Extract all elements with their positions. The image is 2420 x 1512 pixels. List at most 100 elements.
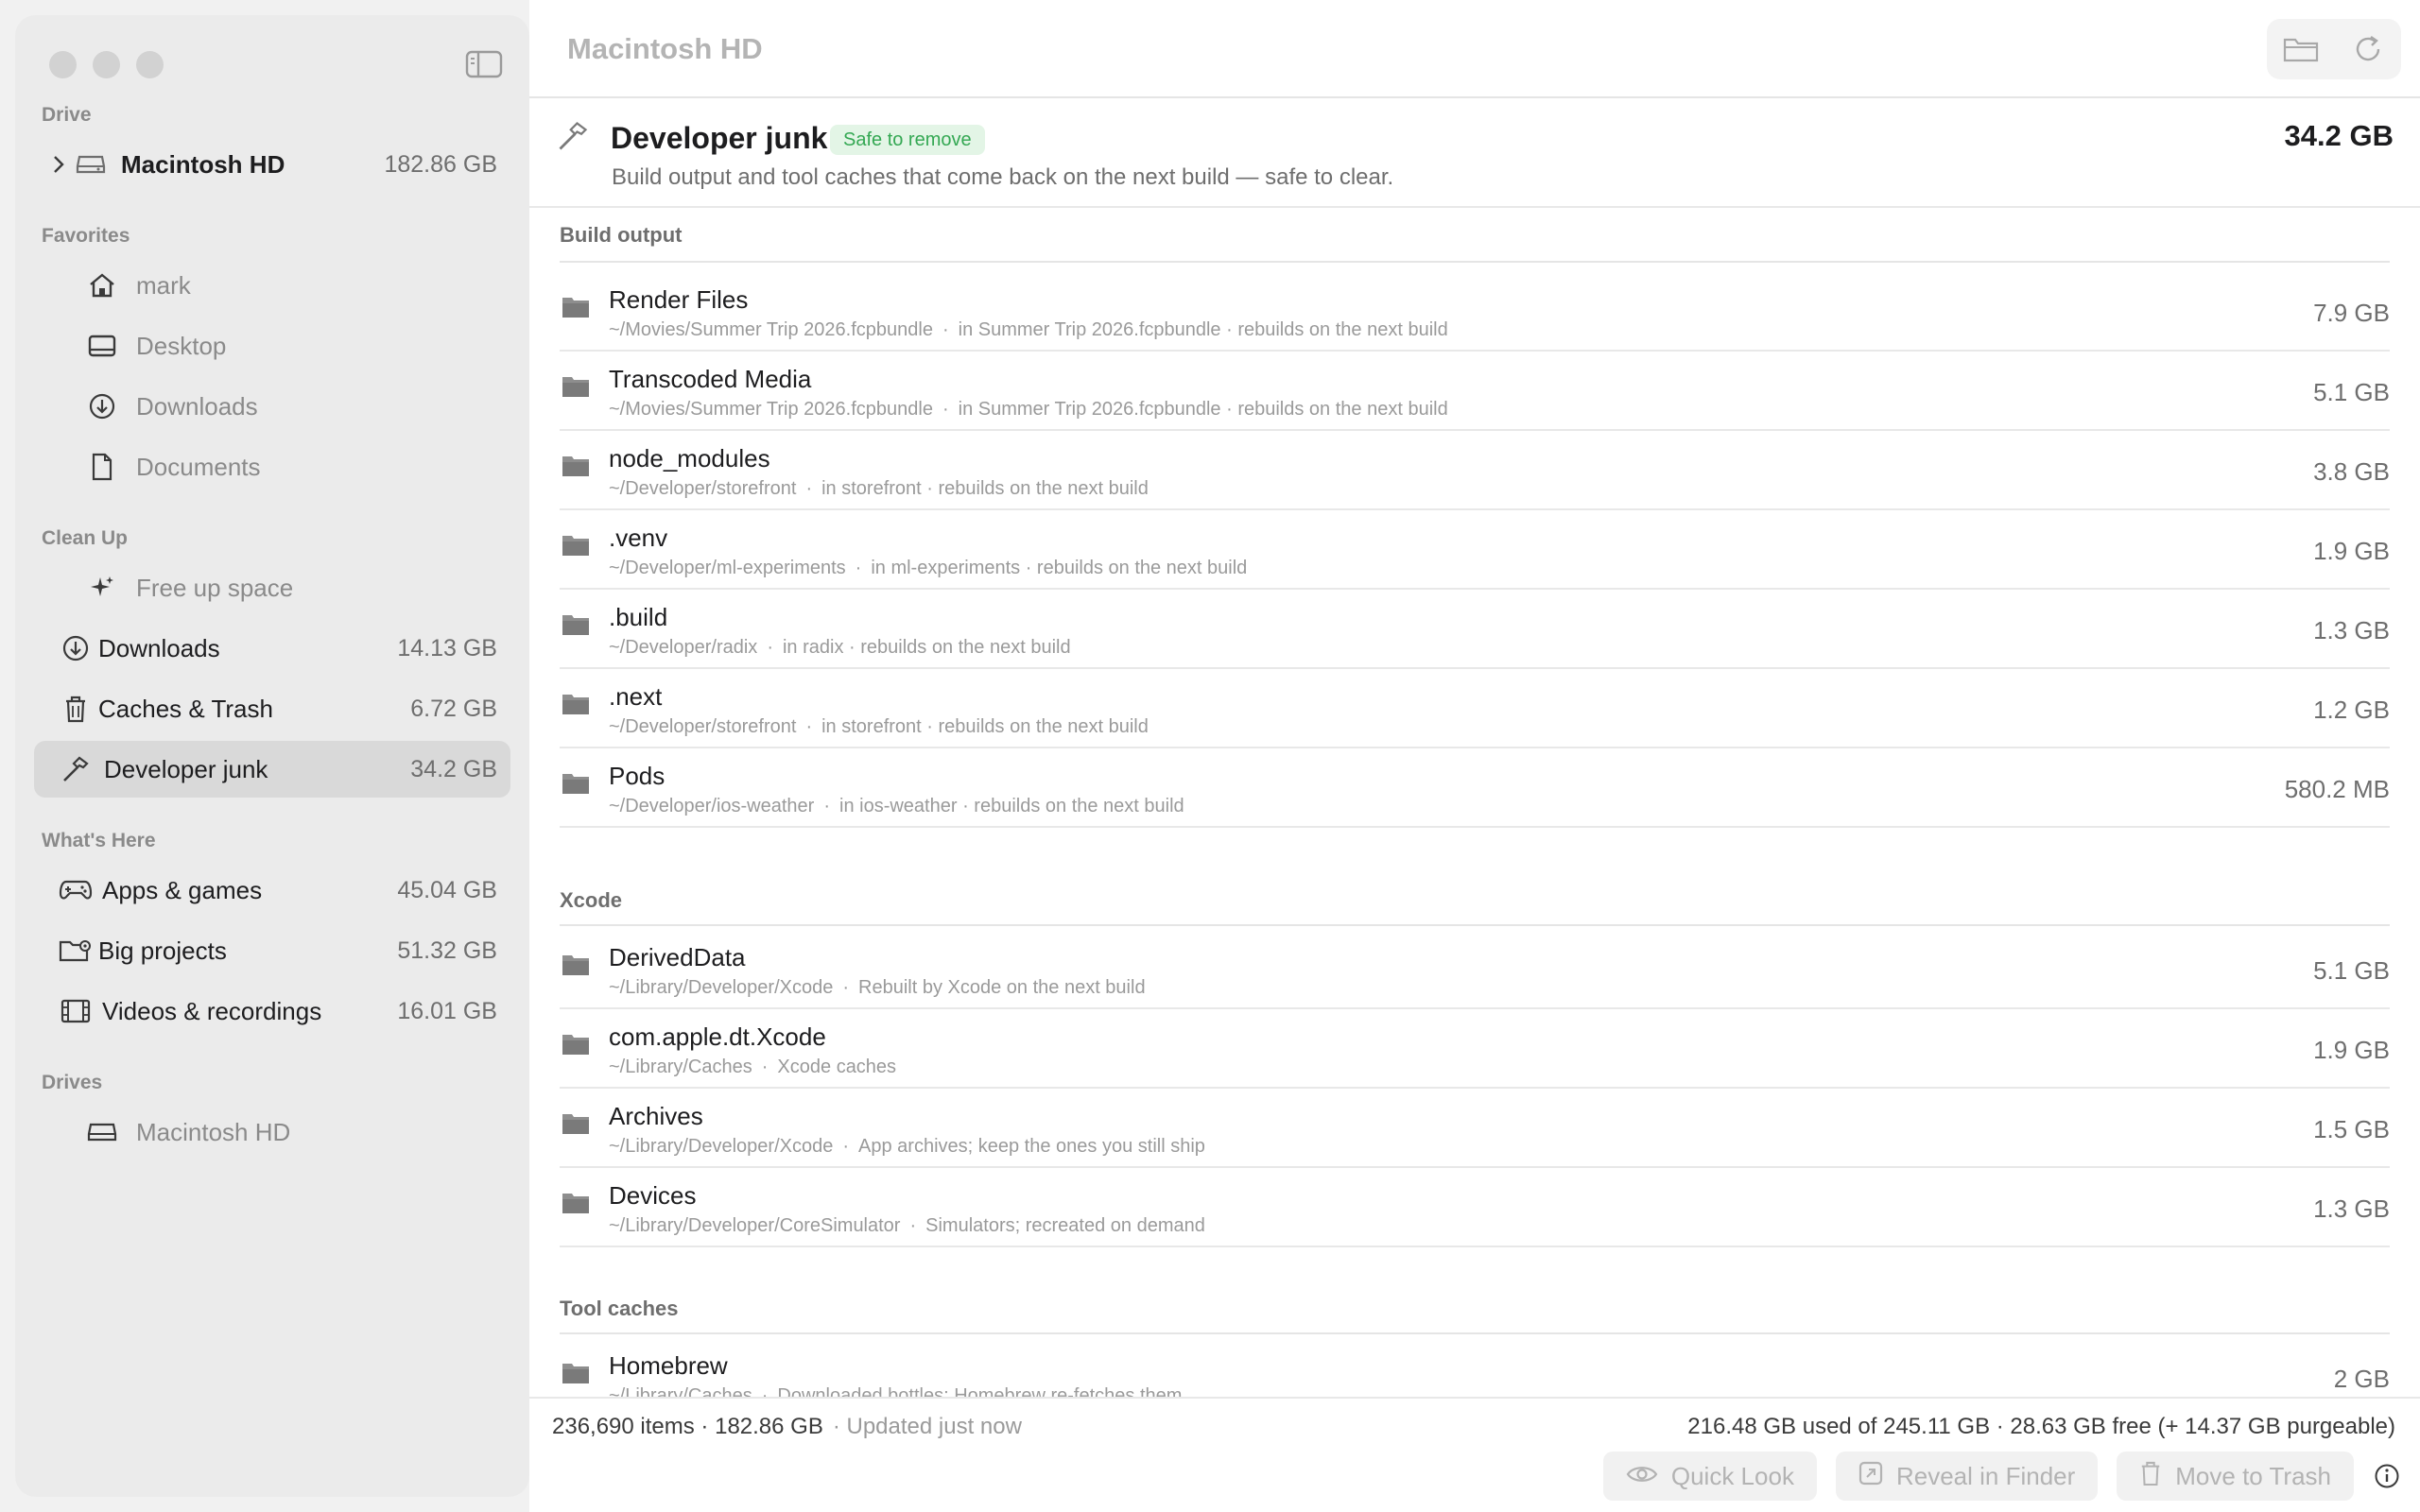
sidebar-item-downloads[interactable]: Downloads 14.13 GB [34, 620, 510, 677]
status-summary: 236,690 items · 182.86 GB · Updated just … [552, 1414, 1022, 1440]
sidebar-item-developer-junk[interactable]: Developer junk 34.2 GB [34, 741, 510, 798]
sidebar-item-desktop[interactable]: Desktop [34, 318, 510, 374]
chevron-right-icon[interactable] [49, 155, 68, 174]
sidebar-item-size: 34.2 GB [410, 755, 497, 782]
list-item[interactable]: .build ~/Developer/radix · in radix · rebui… [560, 590, 2390, 669]
sidebar-item-caches-trash[interactable]: Caches & Trash 6.72 GB [34, 680, 510, 737]
item-list[interactable]: Build output Render Files ~/Movies/Summer… [529, 208, 2420, 1397]
minimize-window-button[interactable] [93, 51, 120, 78]
path-separator: · [761, 1057, 769, 1077]
path-separator: · [805, 478, 813, 499]
item-name: com.apple.dt.Xcode [609, 1022, 826, 1051]
folder-icon [562, 1361, 590, 1389]
folder-icon[interactable] [2278, 26, 2324, 72]
item-path: ~/Library/Developer/CoreSimulator · Simula… [609, 1215, 1205, 1237]
sidebar-item-mark[interactable]: mark [34, 257, 510, 314]
item-path: ~/Movies/Summer Trip 2026.fcpbundle · in S… [609, 319, 1448, 341]
sidebar-item-label: Apps & games [102, 875, 263, 904]
item-name: .venv [609, 524, 668, 552]
folder-icon [562, 771, 590, 799]
list-item[interactable]: Homebrew ~/Library/Caches · Downloaded bott… [560, 1338, 2390, 1397]
list-item[interactable]: Archives ~/Library/Developer/Xcode · App ar… [560, 1089, 2390, 1168]
list-item[interactable]: DerivedData ~/Library/Developer/Xcode · Reb… [560, 930, 2390, 1009]
item-name: Transcoded Media [609, 365, 812, 393]
item-path: ~/Developer/radix · in radix · rebuilds on… [609, 637, 1071, 659]
item-path: ~/Library/Caches · Downloaded bottles; Hom… [609, 1385, 1182, 1397]
item-size: 1.3 GB [2313, 1194, 2390, 1223]
item-note: App archives; keep the ones you still sh… [858, 1136, 1205, 1157]
sidebar-item-size: 45.04 GB [397, 876, 497, 903]
item-size: 1.5 GB [2313, 1115, 2390, 1143]
item-note: in storefront · rebuilds on the next bui… [821, 716, 1149, 737]
group-label-build-output: Build output [560, 223, 683, 247]
list-item[interactable]: Devices ~/Library/Developer/CoreSimulator… [560, 1168, 2390, 1247]
list-item[interactable]: Render Files ~/Movies/Summer Trip 2026.fc… [560, 272, 2390, 352]
arrow-up-right-square-icon [1858, 1461, 1883, 1492]
section-clean-up: Clean Up [42, 527, 129, 549]
reveal-in-finder-button[interactable]: Reveal in Finder [1835, 1452, 2099, 1501]
item-note: in radix · rebuilds on the next build [782, 637, 1071, 658]
sidebar-item-apps-games[interactable]: Apps & games 45.04 GB [34, 862, 510, 919]
item-size: 2 GB [2333, 1365, 2390, 1393]
section-drive: Drive [42, 104, 92, 126]
item-note: Downloaded bottles; Homebrew re-fetches … [777, 1385, 1183, 1397]
sidebar-item-big-projects[interactable]: Big projects 51.32 GB [34, 922, 510, 979]
item-location: ~/Developer/radix [609, 637, 758, 658]
sidebar-item-drive-macintosh-hd[interactable]: Macintosh HD [34, 1104, 510, 1160]
sidebar-toggle-icon[interactable] [465, 49, 503, 79]
list-item[interactable]: Transcoded Media ~/Movies/Summer Trip 202… [560, 352, 2390, 431]
item-size: 3.8 GB [2313, 457, 2390, 486]
item-path: ~/Library/Developer/Xcode · Rebuilt by Xco… [609, 977, 1146, 999]
close-window-button[interactable] [49, 51, 77, 78]
quick-look-button[interactable]: Quick Look [1602, 1452, 1817, 1501]
sidebar-item-free-up-space[interactable]: Free up space [34, 559, 510, 616]
path-separator: · [942, 319, 949, 340]
list-item[interactable]: .next ~/Developer/storefront · in storefron… [560, 669, 2390, 748]
sidebar-item-size: 6.72 GB [410, 695, 497, 722]
sidebar-item-size: 16.01 GB [397, 997, 497, 1024]
item-count: 236,690 items · 182.86 GB [552, 1414, 823, 1439]
sidebar-item-label: mark [136, 270, 191, 300]
status-bar: 236,690 items · 182.86 GB · Updated just … [529, 1397, 2420, 1512]
folder-icon [562, 295, 590, 323]
house-icon [83, 266, 121, 304]
info-icon[interactable] [2373, 1462, 2401, 1490]
folder-gear-icon [57, 932, 95, 970]
section-drives: Drives [42, 1072, 103, 1093]
item-size: 580.2 MB [2284, 775, 2390, 803]
sidebar-item-label: Videos & recordings [102, 996, 322, 1025]
group-label-tool-caches: Tool caches [560, 1297, 679, 1320]
refresh-icon[interactable] [2345, 26, 2391, 72]
item-size: 5.1 GB [2313, 956, 2390, 985]
list-item[interactable]: com.apple.dt.Xcode ~/Library/Caches · Xcode… [560, 1009, 2390, 1089]
toolbar-button-group [2267, 19, 2401, 79]
sidebar-item-videos-recordings[interactable]: Videos & recordings 16.01 GB [34, 983, 510, 1040]
item-path: ~/Developer/ml-experiments · in ml-experim… [609, 558, 1247, 579]
item-note: in ml-experiments · rebuilds on the next… [871, 558, 1248, 578]
sidebar-item-macintosh-hd[interactable]: Macintosh HD 182.86 GB [34, 136, 510, 193]
zoom-window-button[interactable] [136, 51, 164, 78]
item-name: DerivedData [609, 943, 746, 971]
item-size: 1.2 GB [2313, 696, 2390, 724]
list-item[interactable]: node_modules ~/Developer/storefront · in st… [560, 431, 2390, 510]
folder-icon [562, 1191, 590, 1219]
hammer-icon [556, 119, 590, 158]
sidebar-item-size: 182.86 GB [384, 150, 497, 178]
sidebar-item-label: Desktop [136, 331, 227, 360]
hammer-icon [57, 750, 95, 788]
path-separator: · [842, 1136, 850, 1157]
gamecontroller-icon [57, 871, 95, 909]
item-name: Homebrew [609, 1351, 728, 1380]
group-label-xcode: Xcode [560, 888, 623, 912]
sidebar-item-label: Downloads [136, 391, 258, 421]
list-item[interactable]: .venv ~/Developer/ml-experiments · in ml-ex… [560, 510, 2390, 590]
item-name: node_modules [609, 444, 770, 472]
item-size: 1.3 GB [2313, 616, 2390, 644]
item-path: ~/Library/Caches · Xcode caches [609, 1057, 896, 1078]
category-header: Developer junk Safe to remove Build outp… [529, 100, 2420, 208]
move-to-trash-button[interactable]: Move to Trash [2117, 1452, 2354, 1501]
list-item[interactable]: Pods ~/Developer/ios-weather · in ios-weath… [560, 748, 2390, 828]
sidebar-item-documents[interactable]: Documents [34, 438, 510, 495]
sidebar-item-downloads-favorite[interactable]: Downloads [34, 378, 510, 435]
item-location: ~/Developer/ios-weather [609, 796, 815, 816]
